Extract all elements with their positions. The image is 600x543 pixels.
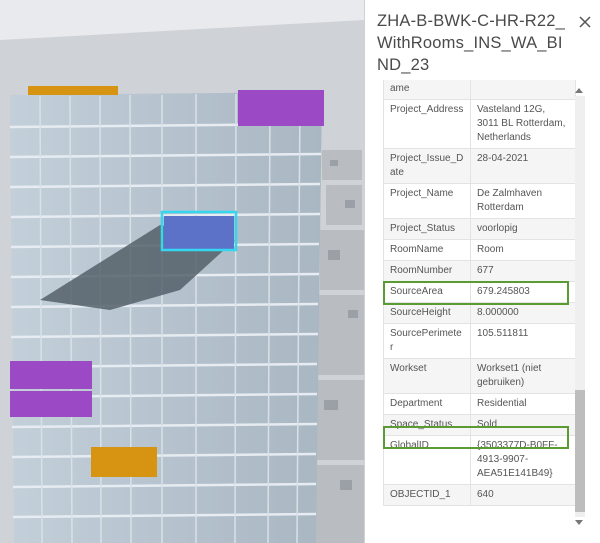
- attribute-key: Organization_Name: [383, 80, 471, 100]
- attribute-row: OBJECTID_1 640: [383, 484, 576, 506]
- attribute-key: SourceHeight: [383, 302, 471, 324]
- attribute-key: Workset: [383, 358, 471, 394]
- close-button[interactable]: [577, 14, 593, 30]
- attribute-row: Project_Name De Zalmhaven Rotterdam: [383, 183, 576, 219]
- building[interactable]: [9, 92, 323, 543]
- attribute-row: Project_Status voorlopig: [383, 218, 576, 240]
- attribute-row: RoomNumber 677: [383, 260, 576, 282]
- room-purple-top[interactable]: [238, 90, 324, 126]
- attribute-key: RoomName: [383, 239, 471, 261]
- popup-panel: ZHA-B-BWK-C-HR-R22_WithRooms_INS_WA_BIND…: [364, 0, 600, 543]
- attribute-value: niet gebruiken: [470, 80, 576, 100]
- scroll-thumb[interactable]: [575, 390, 585, 512]
- attribute-key: Project_Address: [383, 99, 471, 149]
- attribute-row: RoomName Room: [383, 239, 576, 261]
- attribute-value: 8.000000: [470, 302, 576, 324]
- attribute-value: Room: [470, 239, 576, 261]
- attribute-key: Project_Status: [383, 218, 471, 240]
- attribute-value: Workset1 (niet gebruiken): [470, 358, 576, 394]
- attribute-value: De Zalmhaven Rotterdam: [470, 183, 576, 219]
- scroll-up-icon[interactable]: [575, 88, 583, 93]
- attribute-key: Department: [383, 393, 471, 415]
- scroll-down-icon[interactable]: [575, 520, 583, 525]
- room-orange-low[interactable]: [91, 447, 157, 477]
- attribute-row: Project_Issue_Date 28-04-2021: [383, 148, 576, 184]
- scrollbar[interactable]: [573, 84, 587, 529]
- attribute-key: Project_Issue_Date: [383, 148, 471, 184]
- popup-title: ZHA-B-BWK-C-HR-R22_WithRooms_INS_WA_BIND…: [377, 12, 566, 74]
- attribute-value: 677: [470, 260, 576, 282]
- attribute-key: OBJECTID_1: [383, 484, 471, 506]
- attribute-value: voorlopig: [470, 218, 576, 240]
- attribute-key: RoomNumber: [383, 260, 471, 282]
- attribute-value: 640: [470, 484, 576, 506]
- room-purple-mid[interactable]: [10, 361, 92, 389]
- room-purple-low[interactable]: [10, 391, 92, 417]
- attribute-row: Project_Address Vasteland 12G, 3011 BL Ro…: [383, 99, 576, 149]
- attribute-list[interactable]: Organization_Nameniet gebruikenProject_A…: [383, 80, 576, 530]
- attribute-key: Project_Name: [383, 183, 471, 219]
- attribute-row: SourcePerimeter 105.511811: [383, 323, 576, 359]
- attribute-value: 28-04-2021: [470, 148, 576, 184]
- attribute-value: Vasteland 12G, 3011 BL Rotterdam, Nether…: [470, 99, 576, 149]
- attribute-row: Department Residential: [383, 393, 576, 415]
- attribute-row: Organization_Nameniet gebruiken: [383, 80, 576, 100]
- attribute-value: 105.511811: [470, 323, 576, 359]
- room-orange-top[interactable]: [28, 86, 118, 95]
- room-selected[interactable]: [164, 216, 234, 249]
- close-icon: [579, 16, 591, 28]
- attribute-key: SourcePerimeter: [383, 323, 471, 359]
- highlight-space-status: [383, 426, 569, 449]
- highlight-roomnumber: [383, 281, 569, 305]
- attribute-row: Workset Workset1 (niet gebruiken): [383, 358, 576, 394]
- attribute-row: SourceHeight 8.000000: [383, 302, 576, 324]
- attribute-value: Residential: [470, 393, 576, 415]
